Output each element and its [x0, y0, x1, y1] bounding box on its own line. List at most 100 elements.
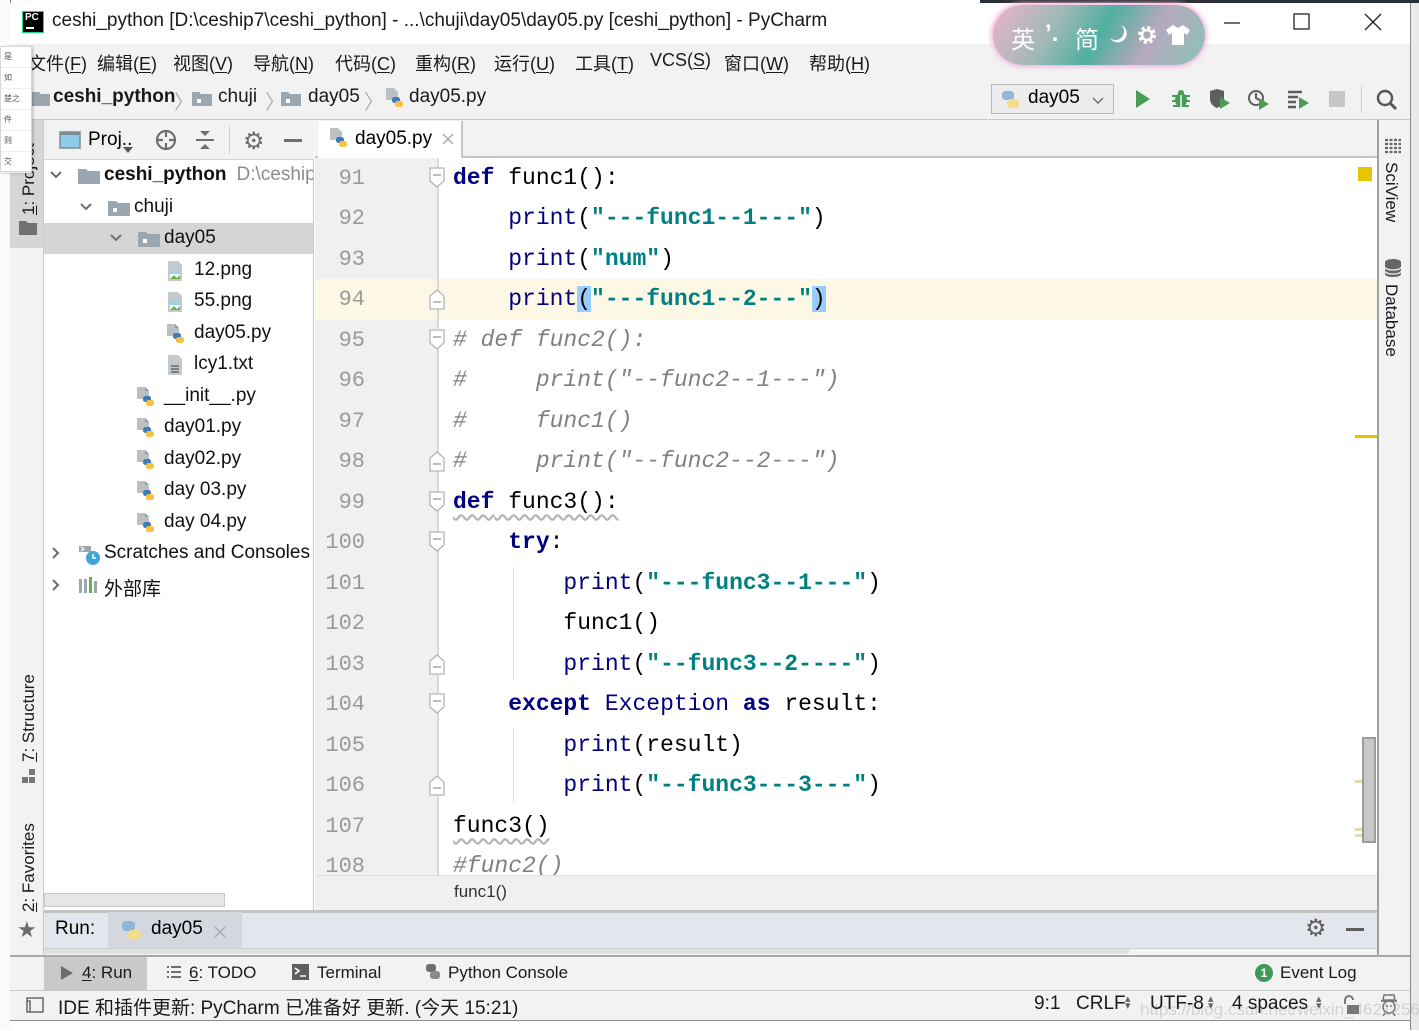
tree-item[interactable]: ceshi_python D:\ceship7\ceshi_python: [44, 160, 313, 191]
line-number[interactable]: 94: [315, 287, 365, 312]
tree-item[interactable]: day05: [44, 223, 313, 254]
shirt-icon[interactable]: [1165, 24, 1191, 53]
tool-window-event-log[interactable]: Event Log: [1280, 963, 1357, 983]
chevron-right-icon[interactable]: [49, 578, 63, 592]
hide-panel-icon[interactable]: [1346, 928, 1364, 931]
code-line[interactable]: func3(): [453, 813, 550, 839]
line-number[interactable]: 98: [315, 449, 365, 474]
tree-item[interactable]: day02.py: [44, 444, 313, 475]
fold-end-icon[interactable]: [428, 450, 448, 472]
line-number[interactable]: 95: [315, 328, 365, 353]
editor-breadcrumb-item[interactable]: func1(): [454, 882, 507, 902]
profile-icon[interactable]: [1247, 88, 1269, 110]
line-number[interactable]: 92: [315, 206, 365, 231]
tree-item[interactable]: day 04.py: [44, 507, 313, 538]
line-number[interactable]: 91: [315, 166, 365, 191]
horizontal-scrollbar[interactable]: [44, 893, 225, 907]
tree-item[interactable]: lcy1.txt: [44, 349, 313, 380]
code-line[interactable]: print("--func3--2----"): [453, 651, 880, 677]
line-number[interactable]: 96: [315, 368, 365, 393]
line-number[interactable]: 99: [315, 490, 365, 515]
minimize-button[interactable]: [1209, 4, 1255, 40]
line-number[interactable]: 106: [315, 773, 365, 798]
gear-icon[interactable]: ⚙: [243, 127, 265, 156]
line-number[interactable]: 93: [315, 247, 365, 272]
chevron-down-icon[interactable]: [49, 168, 63, 182]
breadcrumb-item[interactable]: day05.py: [409, 86, 486, 108]
menu-item[interactable]: 窗口(W): [724, 50, 789, 76]
chevron-down-icon[interactable]: [109, 231, 123, 245]
fold-collapse-icon[interactable]: [428, 491, 448, 513]
tool-window-database[interactable]: Database: [1381, 284, 1401, 357]
code-line[interactable]: #func2(): [453, 853, 563, 875]
fold-end-icon[interactable]: [428, 774, 448, 796]
code-line[interactable]: # print("--func2--1---"): [453, 367, 839, 393]
toggle-tool-windows-icon[interactable]: [26, 997, 44, 1018]
chevron-down-icon[interactable]: [122, 141, 134, 159]
code-line[interactable]: print("---func1--1---"): [453, 205, 825, 231]
code-line[interactable]: # func1(): [453, 408, 632, 434]
menu-item[interactable]: 文件(F): [28, 50, 87, 76]
code-line[interactable]: def func1():: [453, 165, 619, 191]
code-line[interactable]: print("num"): [453, 246, 674, 272]
fold-end-icon[interactable]: [428, 288, 448, 311]
breadcrumb-item[interactable]: day05: [308, 86, 360, 108]
tool-window-structure[interactable]: 7: Structure: [19, 674, 39, 762]
ime-punctuation-toggle[interactable]: ’.: [1045, 20, 1058, 48]
tree-item[interactable]: day01.py: [44, 412, 313, 443]
tree-item[interactable]: 外部库: [44, 570, 313, 601]
tool-window-run-label[interactable]: 4: Run: [82, 963, 132, 983]
code-line[interactable]: func1(): [453, 610, 660, 636]
tool-window-python-console[interactable]: Python Console: [448, 963, 568, 983]
stop-icon[interactable]: [1326, 88, 1348, 110]
code-line[interactable]: print("---func3--1---"): [453, 570, 880, 596]
lock-open-icon[interactable]: [1341, 994, 1361, 1021]
menu-item[interactable]: 代码(C): [335, 50, 396, 76]
inspection-status-icon[interactable]: [1358, 167, 1372, 181]
code-line[interactable]: # print("--func2--2---"): [453, 448, 839, 474]
fold-collapse-icon[interactable]: [428, 167, 448, 189]
tree-item[interactable]: day05.py: [44, 318, 313, 349]
menu-item[interactable]: VCS(S): [650, 50, 711, 71]
tree-item[interactable]: day 03.py: [44, 475, 313, 506]
gear-icon[interactable]: ⚙: [1305, 914, 1327, 943]
tree-item[interactable]: __init__.py: [44, 381, 313, 412]
debug-icon[interactable]: [1170, 88, 1192, 110]
run-configuration-dropdown[interactable]: day05: [991, 84, 1114, 114]
search-icon[interactable]: [1375, 88, 1397, 110]
fold-collapse-icon[interactable]: [428, 329, 448, 351]
line-number[interactable]: 103: [315, 652, 365, 677]
menu-item[interactable]: 编辑(E): [97, 50, 157, 76]
tree-item[interactable]: chuji: [44, 192, 313, 223]
caret-position[interactable]: 9:1: [1034, 993, 1060, 1015]
code-line[interactable]: def func3():: [453, 489, 619, 515]
collapse-all-icon[interactable]: [194, 129, 216, 156]
ime-toolbar[interactable]: 英 ’. 简: [993, 5, 1205, 65]
status-message[interactable]: IDE 和插件更新: PyCharm 已准备好 更新. (今天 15:21): [58, 993, 518, 1020]
tree-item[interactable]: 55.png: [44, 286, 313, 317]
locate-target-icon[interactable]: [155, 129, 177, 156]
code-line[interactable]: try:: [453, 529, 563, 555]
fold-collapse-icon[interactable]: [428, 693, 448, 715]
run-icon[interactable]: [1132, 88, 1154, 110]
run-tab[interactable]: day05: [108, 912, 242, 948]
fold-collapse-icon[interactable]: [428, 531, 448, 553]
close-tab-icon[interactable]: [442, 132, 454, 150]
code-line[interactable]: print(result): [453, 732, 742, 758]
menu-item[interactable]: 导航(N): [253, 50, 314, 76]
ime-mode-toggle[interactable]: 英: [1011, 20, 1035, 55]
moon-icon[interactable]: [1107, 22, 1127, 51]
close-tab-icon[interactable]: [214, 925, 226, 943]
hector-inspector-icon[interactable]: [1378, 993, 1400, 1022]
menu-item[interactable]: 视图(V): [173, 50, 233, 76]
menu-item[interactable]: 运行(U): [494, 50, 555, 76]
encoding-selector[interactable]: UTF-8: [1150, 993, 1204, 1015]
line-number[interactable]: 107: [315, 814, 365, 839]
line-number[interactable]: 101: [315, 571, 365, 596]
fold-end-icon[interactable]: [428, 653, 448, 675]
maximize-button[interactable]: [1279, 4, 1325, 40]
tool-window-todo[interactable]: 6: TODO: [189, 963, 256, 983]
line-number[interactable]: 102: [315, 611, 365, 636]
tree-item[interactable]: 12.png: [44, 255, 313, 286]
breadcrumb-item[interactable]: ceshi_python: [53, 86, 175, 108]
